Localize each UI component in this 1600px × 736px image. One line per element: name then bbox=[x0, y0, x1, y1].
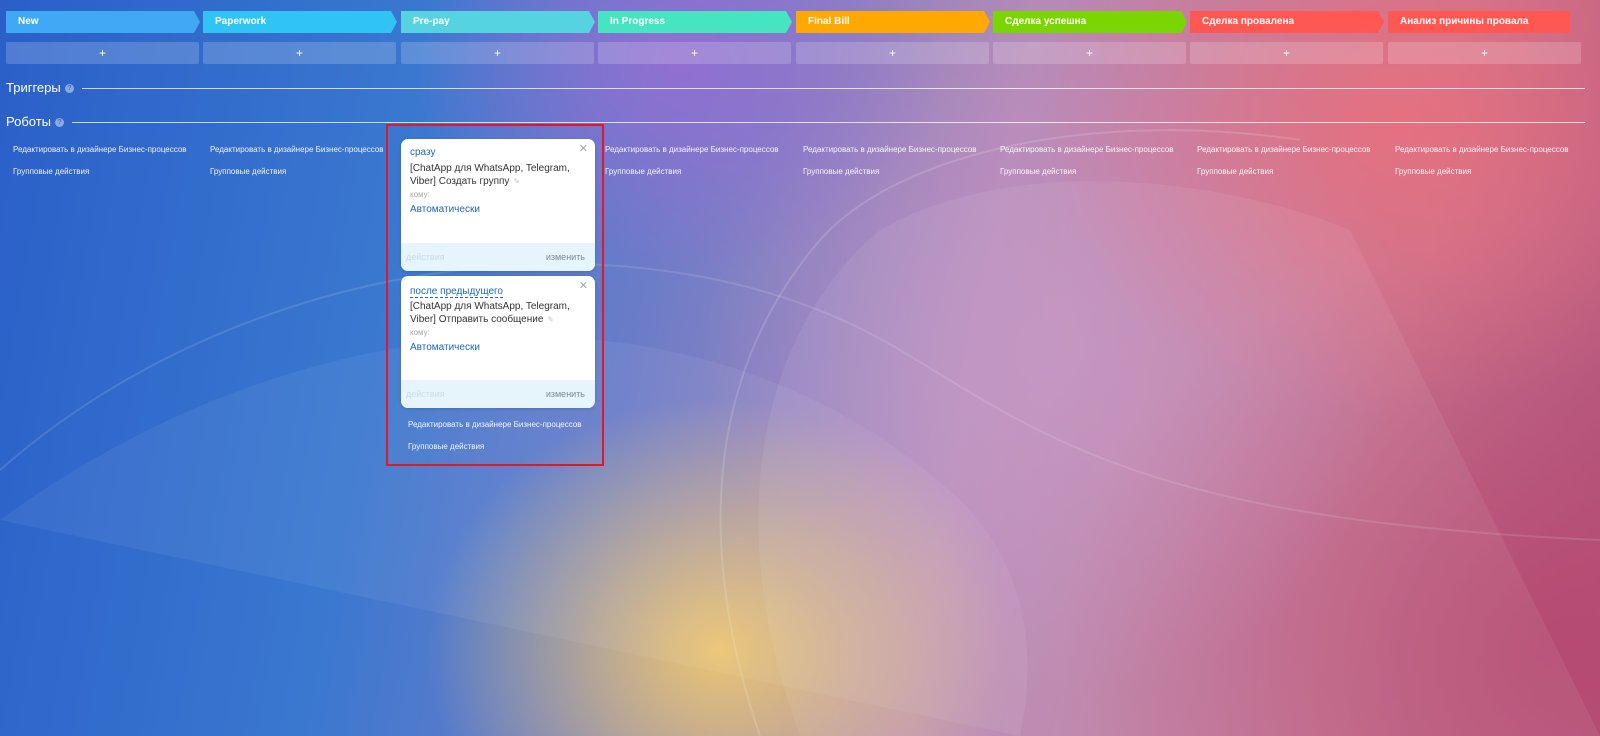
selection-highlight bbox=[386, 124, 604, 466]
edit-in-designer-link[interactable]: Редактировать в дизайнере Бизнес-процесс… bbox=[605, 145, 779, 154]
group-actions-link[interactable]: Групповые действия bbox=[210, 167, 286, 176]
add-robot-button[interactable]: + bbox=[203, 42, 396, 64]
add-robot-button[interactable]: + bbox=[598, 42, 791, 64]
stage-tab[interactable]: New bbox=[6, 11, 200, 33]
edit-in-designer-link[interactable]: Редактировать в дизайнере Бизнес-процесс… bbox=[210, 145, 384, 154]
background-decoration bbox=[0, 129, 1600, 736]
stage-tab[interactable]: In Progress bbox=[598, 11, 792, 33]
stage-tab[interactable]: Paperwork bbox=[203, 11, 397, 33]
add-robot-button[interactable]: + bbox=[401, 42, 594, 64]
stage-tab[interactable]: Сделка провалена bbox=[1190, 11, 1384, 33]
add-robot-button[interactable]: + bbox=[1190, 42, 1383, 64]
edit-in-designer-link[interactable]: Редактировать в дизайнере Бизнес-процесс… bbox=[13, 145, 187, 154]
add-robot-button[interactable]: + bbox=[6, 42, 199, 64]
group-actions-link[interactable]: Групповые действия bbox=[13, 167, 89, 176]
edit-in-designer-link[interactable]: Редактировать в дизайнере Бизнес-процесс… bbox=[1197, 145, 1371, 154]
add-robot-button[interactable]: + bbox=[1388, 42, 1581, 64]
group-actions-link[interactable]: Групповые действия bbox=[1395, 167, 1471, 176]
edit-in-designer-link[interactable]: Редактировать в дизайнере Бизнес-процесс… bbox=[1000, 145, 1174, 154]
question-icon[interactable]: ? bbox=[55, 118, 64, 127]
edit-in-designer-link[interactable]: Редактировать в дизайнере Бизнес-процесс… bbox=[803, 145, 977, 154]
group-actions-link[interactable]: Групповые действия bbox=[1000, 167, 1076, 176]
stage-tab[interactable]: Сделка успешна bbox=[993, 11, 1187, 33]
group-actions-link[interactable]: Групповые действия bbox=[803, 167, 879, 176]
group-actions-link[interactable]: Групповые действия bbox=[605, 167, 681, 176]
stage-tab[interactable]: Анализ причины провала bbox=[1388, 11, 1570, 33]
add-robot-button[interactable]: + bbox=[993, 42, 1186, 64]
add-robot-button[interactable]: + bbox=[796, 42, 989, 64]
stage-tab[interactable]: Pre-pay bbox=[401, 11, 595, 33]
robots-divider bbox=[72, 122, 1585, 123]
stage-tab[interactable]: Final Bill bbox=[796, 11, 990, 33]
robots-title: Роботы bbox=[6, 114, 52, 129]
triggers-divider bbox=[82, 88, 1585, 89]
triggers-title: Триггеры bbox=[6, 80, 61, 95]
question-icon[interactable]: ? bbox=[65, 84, 74, 93]
group-actions-link[interactable]: Групповые действия bbox=[1197, 167, 1273, 176]
edit-in-designer-link[interactable]: Редактировать в дизайнере Бизнес-процесс… bbox=[1395, 145, 1569, 154]
